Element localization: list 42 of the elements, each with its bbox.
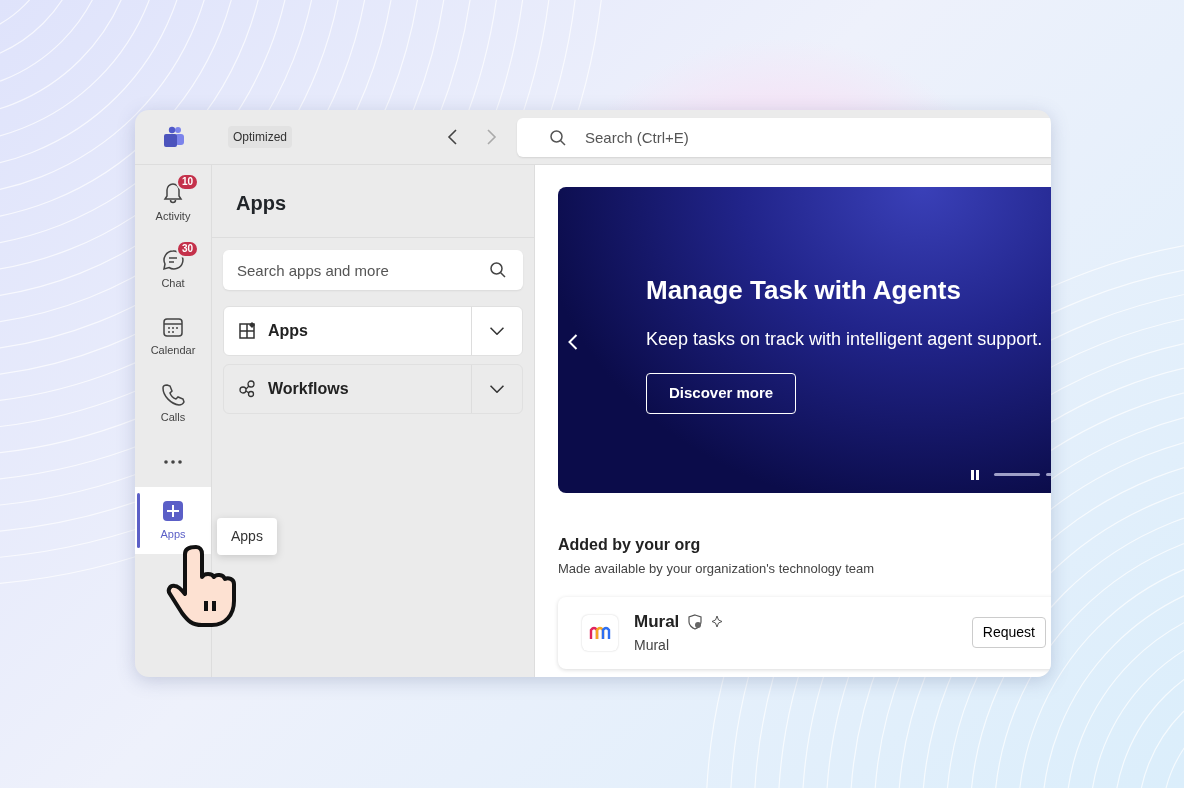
section-subtitle: Made available by your organization's technology team [558,560,876,578]
rail-item[interactable]: Apps [135,487,211,554]
rail-item[interactable]: Calls [135,370,211,437]
rail-label: Apps [160,526,186,542]
banner-title: Manage Task with Agents [646,275,961,307]
section-button[interactable]: Apps [224,307,471,355]
rail-item[interactable]: Chat 30 [135,236,211,303]
banner-subtitle: Keep tasks on track with intelligent agent support. [646,328,1043,351]
chevron-left-icon [568,333,578,350]
section-button[interactable]: Workflows [224,365,471,413]
plus-icon [161,498,185,523]
search-icon [549,128,567,147]
app-card[interactable]: Mural Mural Request [558,596,1051,669]
search-field[interactable]: Search apps and more [223,250,523,290]
shield-check-icon [687,614,704,630]
slide-indicator[interactable] [994,473,1040,476]
request-button[interactable]: Request [971,617,1046,648]
phone-icon [161,381,185,406]
search-icon [489,261,507,279]
workflow-icon [238,379,258,399]
chevron-down-icon [490,327,504,335]
section-title: Added by your org [558,535,702,555]
more-icon [164,460,182,464]
rail-item[interactable]: Activity 10 [135,169,211,236]
count-badge: 10 [176,173,200,191]
rail-label: Calendar [150,342,196,358]
apps-icon [238,321,258,341]
rail-label: Calls [160,409,186,425]
rail-label: Activity [155,208,191,224]
count-badge: 30 [176,240,200,258]
rail-label: Chat [161,275,185,291]
tooltip: Apps [217,518,277,555]
logo-icon[interactable] [162,126,185,148]
app-name: Mural [634,611,680,634]
rail-item[interactable]: Calendar [135,303,211,370]
pause-icon[interactable] [970,469,980,481]
panel-title: Apps [212,165,534,238]
chevron-down-icon [490,385,504,393]
publisher-name: Mural [634,635,670,655]
search-field[interactable]: Search (Ctrl+E) [517,117,1051,157]
discover-button[interactable]: Discover more [646,373,797,414]
mode-label: Optimized [228,126,293,148]
